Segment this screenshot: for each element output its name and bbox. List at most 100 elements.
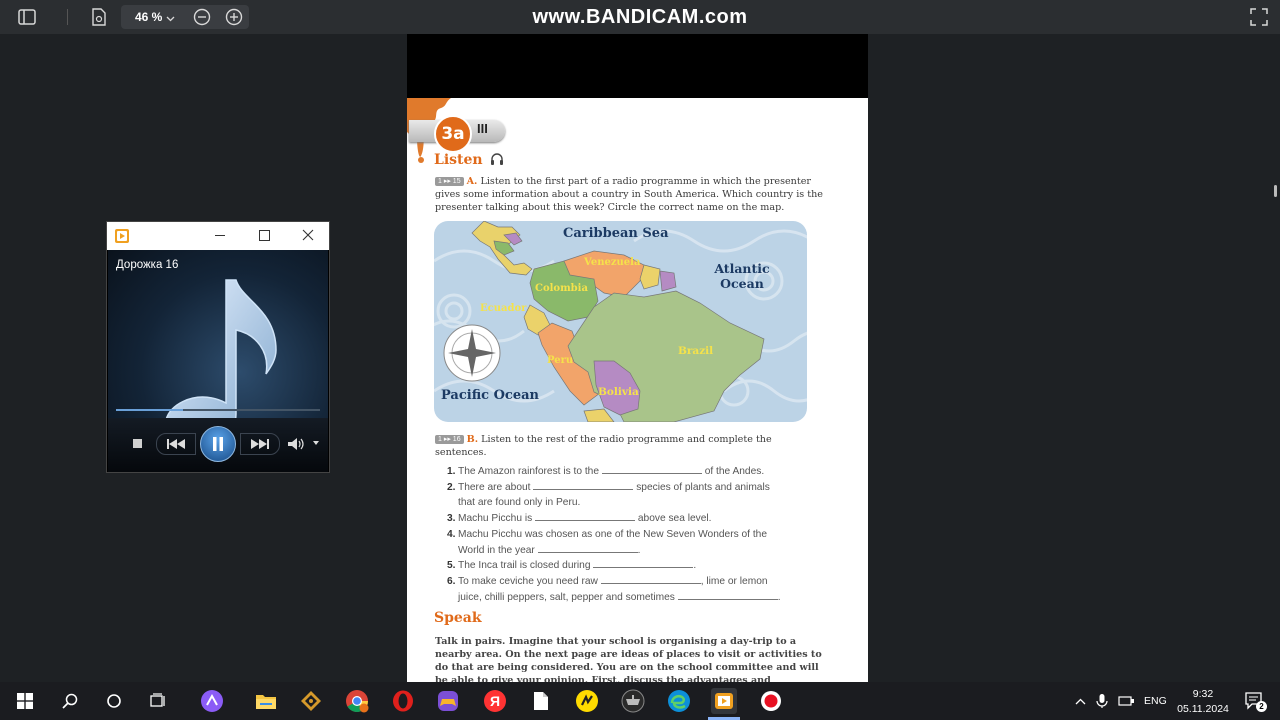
chrome-icon[interactable]: [344, 688, 370, 714]
edge-icon[interactable]: [666, 688, 692, 714]
item-number: 3.: [447, 513, 456, 525]
exercise-b-text: Listen to the rest of the radio programm…: [435, 434, 772, 458]
track-badge: 1 ▸▸ 16: [435, 435, 464, 444]
south-america-map: Caribbean Sea Atlantic Ocean Pacific Oce…: [434, 221, 807, 422]
notification-count-badge: 2: [1256, 701, 1267, 712]
language-indicator[interactable]: ENG: [1144, 695, 1167, 707]
show-hidden-icons-chevron-up-icon[interactable]: [1070, 688, 1090, 714]
sentence-text: World in the year: [458, 544, 535, 556]
task-view-icon[interactable]: [146, 688, 172, 714]
list-item: 2. There are about species of plants and …: [447, 480, 807, 511]
player-titlebar: [107, 222, 329, 250]
map-label-ecuador: Ecuador: [480, 303, 527, 314]
sentence-text: above sea level.: [637, 513, 712, 525]
app-yellow-icon[interactable]: [574, 688, 600, 714]
search-icon[interactable]: [57, 688, 83, 714]
track-title: Дорожка 16: [116, 259, 179, 271]
watermark-suffix: .com: [698, 6, 748, 28]
windows-taskbar: Я ENG 9:32 05.11.2024 2: [0, 682, 1280, 720]
game-controller-icon[interactable]: [435, 688, 461, 714]
list-item: 6. To make ceviche you need raw , lime or…: [447, 574, 807, 605]
item-number: 6.: [447, 575, 456, 587]
microphone-icon[interactable]: [1092, 688, 1112, 714]
maximize-icon[interactable]: [259, 230, 270, 241]
answer-blank: [535, 511, 636, 522]
sentence-text: that are found only in Peru.: [458, 497, 581, 509]
scrollbar-thumb[interactable]: [1274, 185, 1277, 197]
sentence-list: 1. The Amazon rainforest is to the of the…: [447, 464, 807, 605]
track-badge: 1 ▸▸ 15: [435, 177, 464, 186]
unit-badge: 3a: [434, 115, 472, 153]
unit-roman: III: [477, 121, 488, 136]
answer-blank: [533, 480, 634, 490]
sentence-text: juice, chilli peppers, salt, pepper and …: [458, 591, 675, 603]
opera-icon[interactable]: [390, 688, 416, 714]
previous-button[interactable]: [156, 433, 196, 455]
list-item: 5. The Inca trail is closed during .: [447, 558, 807, 574]
fullscreen-icon[interactable]: [1247, 5, 1271, 29]
map-label-venezuela: Venezuela: [584, 257, 641, 268]
exercise-b-label: B.: [466, 434, 479, 445]
answer-blank: [601, 464, 702, 474]
next-button[interactable]: [240, 433, 280, 455]
answer-blank: [600, 574, 701, 584]
volume-icon[interactable]: [288, 437, 306, 455]
close-icon[interactable]: [301, 228, 315, 242]
app-diamond-icon[interactable]: [298, 688, 324, 714]
player-app-icon: [115, 229, 129, 243]
page-top-band: [407, 34, 868, 98]
stop-icon[interactable]: [133, 439, 142, 448]
exercise-b-instructions: 1 ▸▸ 16 B. Listen to the rest of the radi…: [435, 433, 825, 459]
sentence-text: The Inca trail is closed during: [458, 560, 591, 572]
item-number: 1.: [447, 466, 456, 477]
viewer-toolbar: 46 % www.BANDICAM.com: [0, 0, 1280, 34]
answer-blank: [677, 590, 778, 600]
clock-date: 05.11.2024: [1177, 703, 1229, 715]
clock-time: 9:32: [1192, 688, 1214, 700]
answer-blank: [537, 543, 638, 553]
file-explorer-icon[interactable]: [253, 688, 279, 714]
item-number: 4.: [447, 528, 456, 540]
pause-icon: [213, 437, 223, 451]
exercise-a-instructions: 1 ▸▸ 15 A. Listen to the first part of a …: [435, 175, 825, 214]
compass-rose-icon: [443, 324, 501, 382]
alice-icon[interactable]: [199, 688, 225, 714]
sentence-text: The Amazon rainforest is to the: [458, 466, 599, 477]
yandex-browser-icon[interactable]: Я: [482, 688, 508, 714]
network-icon[interactable]: [1116, 688, 1138, 714]
item-number: 5.: [447, 560, 456, 572]
sentence-text: species of plants and animals: [636, 481, 770, 493]
sentence-text: Machu Picchu is: [458, 513, 533, 525]
start-windows-icon[interactable]: [12, 688, 38, 714]
media-player-taskbar-icon[interactable]: [711, 688, 737, 714]
watermark-brand: BANDICAM: [585, 6, 699, 28]
clock[interactable]: 9:32 05.11.2024: [1172, 687, 1234, 717]
sentence-text: .: [693, 560, 697, 572]
document-icon[interactable]: [528, 688, 554, 714]
sentence-text: To make ceviche you need raw: [458, 575, 598, 587]
bandicam-watermark: www.BANDICAM.com: [0, 6, 1280, 29]
world-of-tanks-icon[interactable]: [620, 688, 646, 714]
map-label-brazil: Brazil: [678, 345, 714, 357]
minimize-icon[interactable]: [215, 235, 225, 236]
item-number: 2.: [447, 481, 456, 493]
sentence-text: of the Andes.: [704, 466, 765, 477]
seek-bar[interactable]: [116, 409, 320, 411]
volume-dropdown-icon[interactable]: [313, 441, 319, 445]
sentence-text: There are about: [458, 481, 531, 493]
previous-icon: [167, 439, 185, 449]
svg-text:Я: Я: [490, 693, 500, 709]
next-icon: [251, 439, 269, 449]
pause-button[interactable]: [200, 426, 236, 462]
document-page: 3a III Listen 1 ▸▸ 15 A. Listen to the fi…: [407, 98, 868, 682]
seek-bar-fill: [116, 409, 184, 411]
map-label-pacific: Pacific Ocean: [441, 388, 539, 403]
map-label-bolivia: Bolivia: [598, 386, 639, 398]
cortana-icon[interactable]: [101, 688, 127, 714]
listen-heading: Listen: [434, 152, 504, 170]
sentence-text: , lime or lemon: [700, 575, 768, 587]
exercise-a-text: Listen to the first part of a radio prog…: [435, 176, 823, 213]
bandicam-record-icon[interactable]: [758, 688, 784, 714]
speak-text: Talk in pairs. Imagine that your school …: [435, 636, 822, 682]
list-item: 4. Machu Picchu was chosen as one of the …: [447, 527, 807, 558]
